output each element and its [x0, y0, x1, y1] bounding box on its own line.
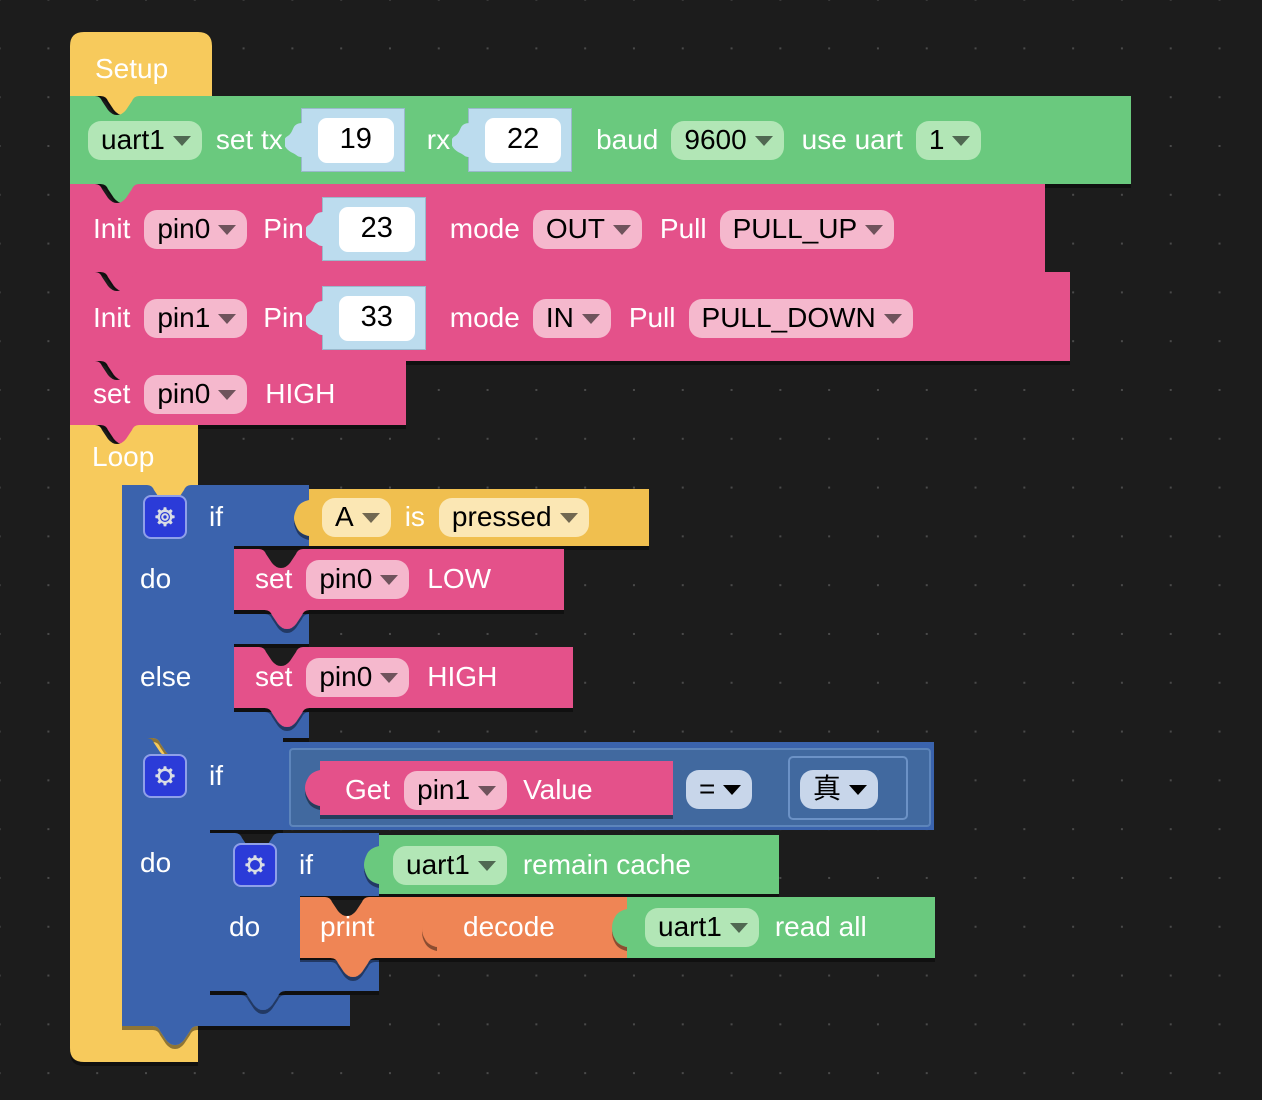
uart-baud-dropdown[interactable]: 9600 [671, 121, 783, 160]
chevron-down-icon [730, 923, 748, 933]
init-pin0-label: Init [93, 213, 130, 245]
chevron-down-icon [952, 136, 970, 146]
uart-baud-label: baud [596, 124, 658, 156]
gear-glyph [153, 505, 177, 529]
gear-icon[interactable] [143, 495, 187, 539]
init-pin0-mode-value: OUT [546, 215, 605, 243]
init-pin0-mode-label: mode [450, 213, 520, 245]
chevron-down-icon [218, 390, 236, 400]
chevron-down-icon [865, 225, 883, 235]
init-pin0-pull-value: PULL_UP [733, 215, 858, 243]
init-pin1-mode-value: IN [546, 304, 574, 332]
chevron-down-icon [380, 575, 398, 585]
chevron-down-icon [723, 785, 741, 795]
gear-icon[interactable] [233, 843, 277, 887]
uart-read-all-label: read all [775, 911, 867, 943]
set-pin0-low-set-label: set [255, 563, 292, 595]
uart-number-value: 1 [929, 126, 945, 154]
boolean-true-dropdown[interactable]: 真 [800, 770, 878, 809]
boolean-true-value: 真 [813, 775, 841, 803]
set-pin0-low-state: LOW [427, 563, 491, 595]
set-pin0-high-state: HIGH [265, 378, 335, 410]
block-shapes-layer [0, 0, 1262, 1100]
init-pin1-pin-label: Pin [263, 302, 303, 334]
uart-rx-label: rx [427, 124, 450, 156]
chevron-down-icon [613, 225, 631, 235]
uart-remain-device-value: uart1 [406, 851, 470, 879]
init-pin1-pull-value: PULL_DOWN [702, 304, 876, 332]
init-pin0-mode-dropdown[interactable]: OUT [533, 210, 642, 249]
uart-set-tx-label: set tx [216, 124, 283, 156]
init-pin0-pull-dropdown[interactable]: PULL_UP [720, 210, 895, 249]
set-pin0-high-pin-value: pin0 [157, 380, 210, 408]
chevron-down-icon [380, 673, 398, 683]
uart-read-device-value: uart1 [658, 913, 722, 941]
get-label: Get [345, 774, 390, 806]
init-pin0-pin-label: Pin [263, 213, 303, 245]
uart-tx-input[interactable]: 19 [318, 118, 394, 163]
chevron-down-icon [173, 136, 191, 146]
init-pin1-pull-dropdown[interactable]: PULL_DOWN [689, 299, 913, 338]
if-pinvalue-if-label: if [209, 760, 223, 792]
chevron-down-icon [849, 785, 867, 795]
init-pin0-pull-label: Pull [660, 213, 707, 245]
uart-rx-input[interactable]: 22 [485, 118, 561, 163]
chevron-down-icon [362, 513, 380, 523]
init-pin1-number-block[interactable]: 33 [322, 286, 426, 350]
set-pin0-high-else-set-label: set [255, 661, 292, 693]
uart-number-dropdown[interactable]: 1 [916, 121, 982, 160]
init-pin0-dropdown[interactable]: pin0 [144, 210, 247, 249]
chevron-down-icon [218, 314, 236, 324]
uart-rx-number-block[interactable]: 22 [468, 108, 572, 172]
init-pin0-number-block[interactable]: 23 [322, 197, 426, 261]
set-pin0-high-else-pin-value: pin0 [319, 663, 372, 691]
uart-tx-number-block[interactable]: 19 [301, 108, 405, 172]
gear-glyph [243, 853, 267, 877]
uart-remain-device-dropdown[interactable]: uart1 [393, 846, 507, 885]
button-is-label: is [405, 501, 425, 533]
set-pin0-low-pin-value: pin0 [319, 565, 372, 593]
init-pin1-value: pin1 [157, 304, 210, 332]
get-value-label: Value [523, 774, 593, 806]
set-pin0-high-set-label: set [93, 378, 130, 410]
init-pin1-pull-label: Pull [629, 302, 676, 334]
get-pin-value: pin1 [417, 776, 470, 804]
init-pin1-dropdown[interactable]: pin1 [144, 299, 247, 338]
button-state-value: pressed [452, 503, 552, 531]
uart-baud-value: 9600 [684, 126, 746, 154]
set-pin0-high-dropdown[interactable]: pin0 [144, 375, 247, 414]
uart-read-device-dropdown[interactable]: uart1 [645, 908, 759, 947]
uart-use-label: use uart [802, 124, 903, 156]
uart-device-dropdown[interactable]: uart1 [88, 121, 202, 160]
chevron-down-icon [755, 136, 773, 146]
chevron-down-icon [884, 314, 902, 324]
if-button-if-label: if [209, 501, 223, 533]
set-pin0-high-else-dropdown[interactable]: pin0 [306, 658, 409, 697]
compare-operator-dropdown[interactable]: = [686, 770, 752, 809]
init-pin1-mode-dropdown[interactable]: IN [533, 299, 611, 338]
init-pin0-value: pin0 [157, 215, 210, 243]
gear-glyph [153, 764, 177, 788]
init-pin1-number-input[interactable]: 33 [339, 296, 415, 341]
init-pin1-label: Init [93, 302, 130, 334]
uart-device-value: uart1 [101, 126, 165, 154]
button-state-dropdown[interactable]: pressed [439, 498, 589, 537]
uart-remain-cache-label: remain cache [523, 849, 691, 881]
init-pin1-mode-label: mode [450, 302, 520, 334]
blockly-canvas[interactable]: Setup uart1 set tx 19 rx 22 baud 9600 us… [0, 0, 1262, 1100]
inner-if-if-label: if [299, 849, 313, 881]
chevron-down-icon [478, 861, 496, 871]
chevron-down-icon [218, 225, 236, 235]
chevron-down-icon [478, 786, 496, 796]
chevron-down-icon [560, 513, 578, 523]
set-pin0-high-else-state: HIGH [427, 661, 497, 693]
compare-operator-value: = [699, 775, 715, 803]
button-letter-dropdown[interactable]: A [322, 498, 391, 537]
set-pin0-low-dropdown[interactable]: pin0 [306, 560, 409, 599]
get-pin-dropdown[interactable]: pin1 [404, 771, 507, 810]
button-letter-value: A [335, 503, 354, 531]
chevron-down-icon [582, 314, 600, 324]
gear-icon[interactable] [143, 754, 187, 798]
init-pin0-number-input[interactable]: 23 [339, 207, 415, 252]
